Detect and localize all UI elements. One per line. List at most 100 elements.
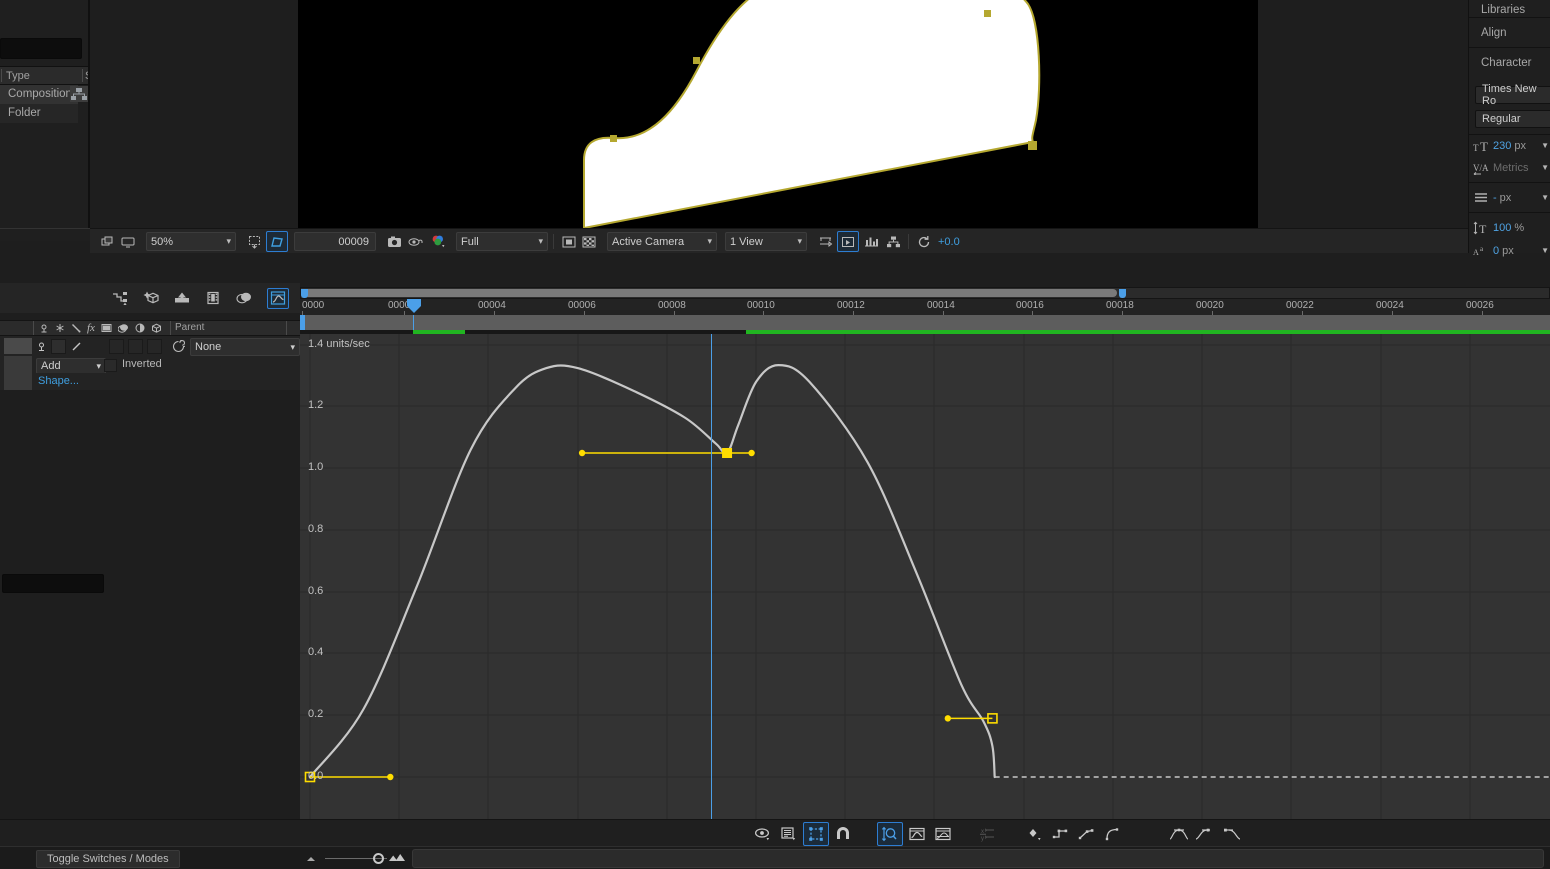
project-column-type[interactable]: Type <box>6 70 30 82</box>
toggle-mask-icon[interactable] <box>266 231 288 252</box>
current-time-indicator[interactable] <box>406 299 422 313</box>
parent-pickwhip-icon[interactable] <box>172 338 188 353</box>
adjustment-layer-icon[interactable] <box>101 323 112 333</box>
timeline-search-input[interactable] <box>2 574 104 593</box>
transparency-checkerboard-icon[interactable] <box>579 232 599 251</box>
motion-blur-switch-icon[interactable] <box>70 340 83 353</box>
region-of-interest-icon[interactable] <box>244 232 264 251</box>
comp-flowchart-icon[interactable] <box>883 232 903 251</box>
chevron-down-icon[interactable]: ▼ <box>1541 246 1549 255</box>
edit-value-icon[interactable] <box>1023 823 1047 845</box>
separate-dimensions-icon[interactable]: xy <box>977 823 1001 845</box>
convert-linear-icon[interactable] <box>1075 823 1099 845</box>
layer-switch-box[interactable] <box>128 339 143 354</box>
show-transform-box-icon[interactable] <box>803 821 829 846</box>
draft-3d-icon[interactable] <box>141 289 161 308</box>
always-preview-icon[interactable] <box>98 232 118 251</box>
star-icon[interactable] <box>55 323 65 333</box>
mask-shape-row[interactable]: Shape... <box>0 373 300 390</box>
viewer-canvas[interactable] <box>298 0 1258 228</box>
font-size-property[interactable]: TT 230 px ▼ <box>1473 135 1550 156</box>
easy-ease-icon[interactable] <box>1167 823 1191 845</box>
snap-icon[interactable] <box>831 823 855 845</box>
status-bar-field[interactable] <box>412 849 1544 868</box>
inverted-checkbox[interactable] <box>104 359 117 372</box>
hide-shy-layers-icon[interactable] <box>172 289 192 308</box>
mask-mode-row[interactable]: Add ▾ Inverted <box>0 356 300 374</box>
vertical-scale-value[interactable]: 100 <box>1493 222 1511 234</box>
monitor-icon[interactable] <box>118 232 138 251</box>
timeline-zoom-knob[interactable] <box>373 853 384 864</box>
baseline-shift-value[interactable]: 0 <box>1493 245 1499 257</box>
easy-ease-in-icon[interactable] <box>1193 823 1217 845</box>
current-time-field[interactable]: 00009 <box>294 232 376 251</box>
anchor-point-icon[interactable] <box>39 323 49 333</box>
layer-switch-box[interactable] <box>51 339 66 354</box>
layer-switch-box[interactable] <box>147 339 162 354</box>
font-size-value[interactable]: 230 <box>1493 140 1511 152</box>
motion-blur-switch-icon[interactable] <box>71 323 81 333</box>
speed-graph[interactable] <box>300 334 1550 819</box>
chevron-down-icon[interactable]: ▼ <box>1541 141 1549 150</box>
leading-value[interactable]: - <box>1493 192 1497 204</box>
playhead-line[interactable] <box>711 334 712 819</box>
show-graph-options-icon[interactable] <box>751 823 775 845</box>
parent-dropdown[interactable]: None ▾ <box>190 338 300 356</box>
work-area-start-marker[interactable] <box>301 289 308 298</box>
exposure-value[interactable]: +0.0 <box>938 236 960 248</box>
graph-editor[interactable]: 1.4 units/sec 1.2 1.0 0.8 0.6 0.4 0.2 0.0 <box>300 334 1550 819</box>
zoom-in-icon[interactable] <box>388 851 406 863</box>
timeline-icon[interactable] <box>861 232 881 251</box>
easy-ease-out-icon[interactable] <box>1219 823 1243 845</box>
camera-dropdown[interactable]: Active Camera ▾ <box>607 232 717 251</box>
magnification-dropdown[interactable]: 50% ▾ <box>146 232 236 251</box>
collapse-transform-icon[interactable] <box>117 323 129 333</box>
show-channel-icon[interactable] <box>428 232 448 251</box>
layer-switch-box[interactable] <box>109 339 124 354</box>
motion-blur-icon[interactable] <box>234 289 254 308</box>
vertical-scale-property[interactable]: T 100 % <box>1473 217 1550 238</box>
take-snapshot-icon[interactable] <box>384 232 404 251</box>
quality-icon[interactable] <box>135 323 145 333</box>
mask-color-swatch[interactable] <box>4 356 32 373</box>
chevron-down-icon[interactable]: ▼ <box>1541 163 1549 172</box>
shape-link[interactable]: Shape... <box>38 375 79 387</box>
reset-exposure-icon[interactable] <box>914 232 934 251</box>
project-row-composition[interactable]: Composition <box>0 85 78 104</box>
fit-all-graphs-icon[interactable] <box>905 823 929 845</box>
timeline-horizontal-scrollbar[interactable] <box>300 287 1550 299</box>
panel-divider-horizontal[interactable] <box>0 253 1550 283</box>
project-row-folder[interactable]: Folder <box>0 104 78 123</box>
resolution-dropdown[interactable]: Full ▾ <box>456 232 548 251</box>
anchor-point-icon[interactable] <box>36 341 47 352</box>
kerning-property[interactable]: V/A Metrics ▼ <box>1473 157 1550 178</box>
toggle-switches-modes-button[interactable]: Toggle Switches / Modes <box>36 850 180 868</box>
font-style-field[interactable]: Regular <box>1475 110 1550 128</box>
auto-zoom-icon[interactable] <box>931 823 955 845</box>
show-snapshot-icon[interactable] <box>406 232 426 251</box>
fit-selection-icon[interactable] <box>877 821 903 846</box>
chevron-down-icon[interactable]: ▼ <box>1541 193 1549 202</box>
project-search-input[interactable] <box>0 38 82 59</box>
transparency-grid-icon[interactable] <box>559 232 579 251</box>
tab-align[interactable]: Align <box>1469 19 1550 47</box>
kerning-value[interactable]: Metrics <box>1493 162 1528 174</box>
convert-hold-icon[interactable] <box>1049 823 1073 845</box>
toggle-pixel-aspect-icon[interactable] <box>815 232 835 251</box>
show-properties-icon[interactable] <box>777 823 801 845</box>
zoom-out-icon[interactable] <box>304 853 318 863</box>
font-family-field[interactable]: Times New Ro <box>1475 83 1550 107</box>
graph-editor-icon[interactable] <box>267 287 289 309</box>
fast-previews-icon[interactable] <box>837 231 859 252</box>
work-area-bar[interactable] <box>300 315 1550 331</box>
work-area-end-marker[interactable] <box>1119 289 1126 298</box>
convert-auto-bezier-icon[interactable] <box>1101 823 1125 845</box>
mask-mode-dropdown[interactable]: Add ▾ <box>36 358 106 374</box>
layer-color-swatch[interactable] <box>4 338 32 354</box>
leading-property[interactable]: - px ▼ <box>1473 187 1550 208</box>
timeline-ruler[interactable]: 0000 00002 00004 00006 00008 00010 00012 00014 0… <box>300 299 1550 315</box>
baseline-shift-property[interactable]: Aa 0 px ▼ <box>1473 240 1550 261</box>
frame-blending-icon[interactable] <box>203 289 223 308</box>
live-update-icon[interactable] <box>110 289 130 308</box>
views-dropdown[interactable]: 1 View ▾ <box>725 232 807 251</box>
